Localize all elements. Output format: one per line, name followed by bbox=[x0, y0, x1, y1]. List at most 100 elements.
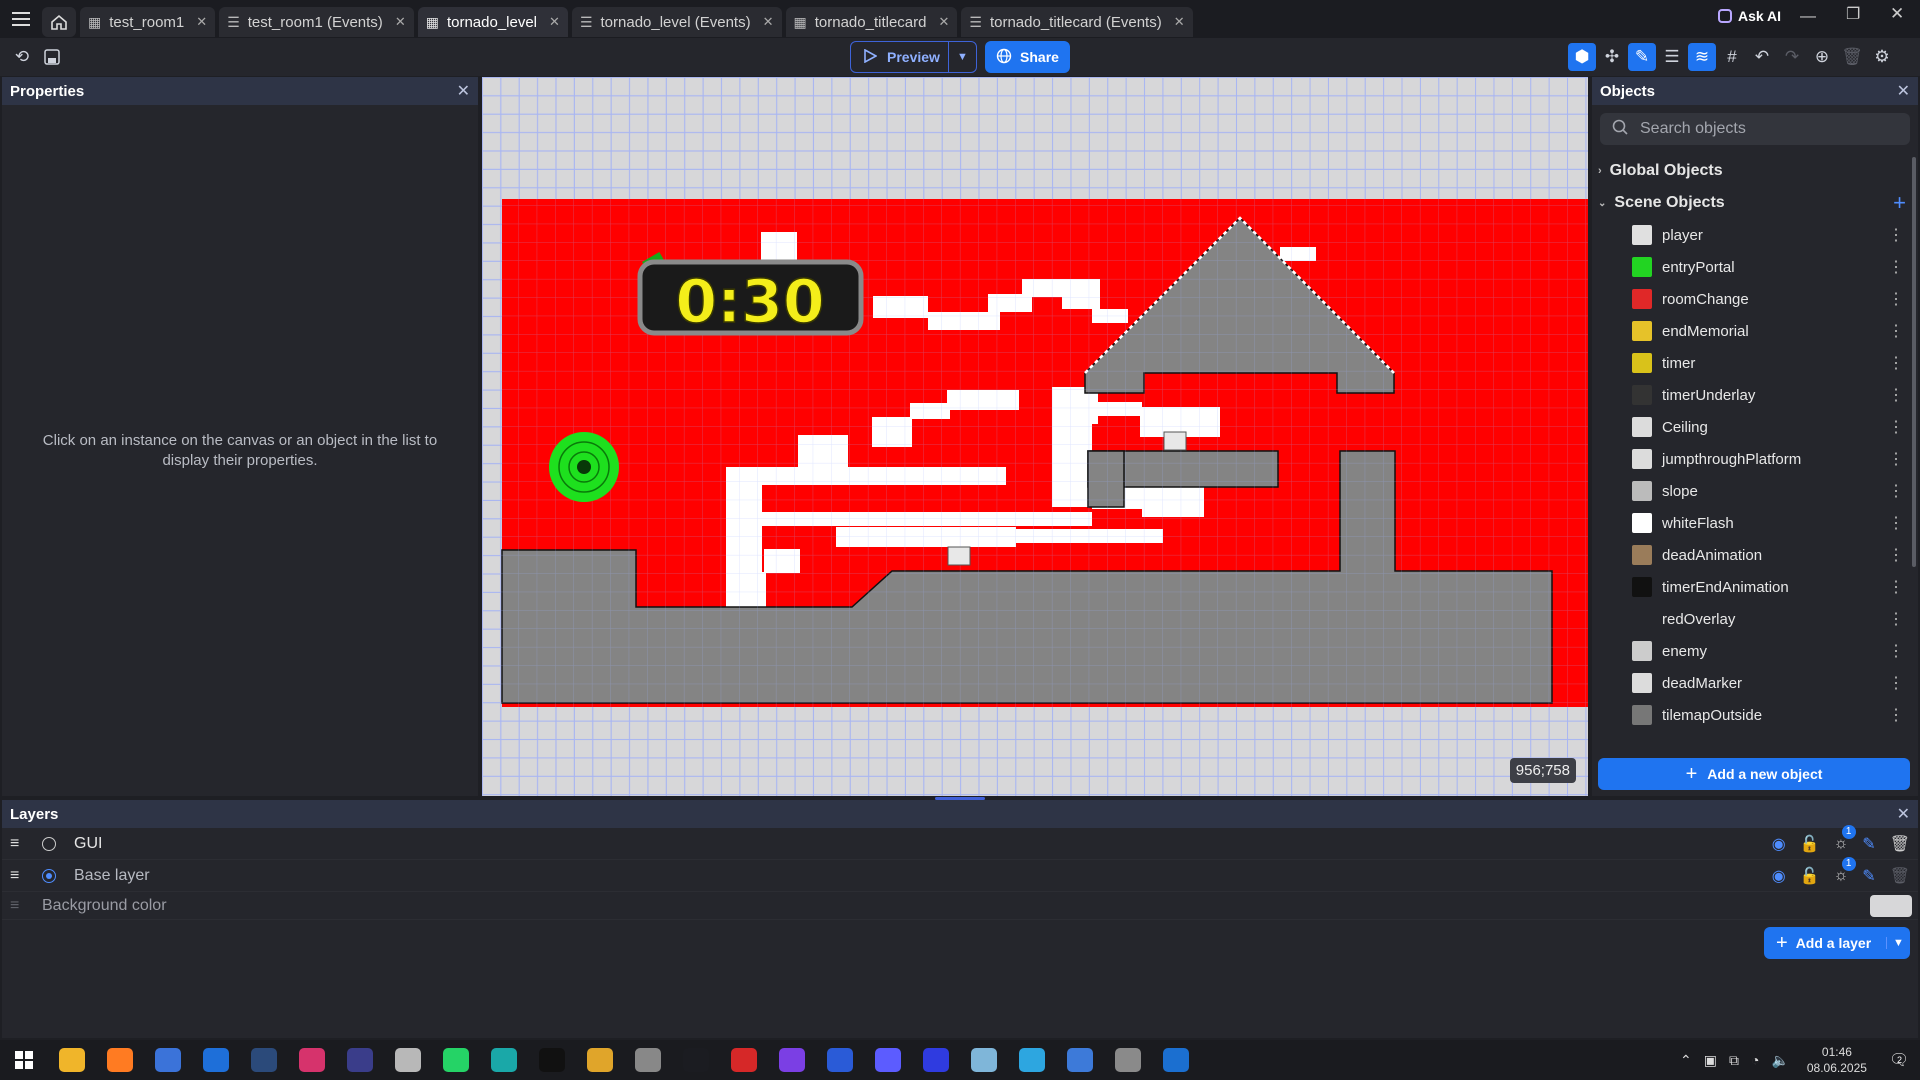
close-tab-icon[interactable]: ✕ bbox=[395, 14, 406, 30]
object-menu-icon[interactable]: ⋮ bbox=[1888, 609, 1904, 629]
object-menu-icon[interactable]: ⋮ bbox=[1888, 641, 1904, 661]
tab-5[interactable]: ☰ tornado_titlecard (Events) ✕ bbox=[961, 7, 1193, 37]
edit-properties-icon[interactable]: ✎ bbox=[1628, 43, 1656, 71]
taskbar-app-icon[interactable] bbox=[528, 1040, 576, 1080]
taskbar-app-icon[interactable] bbox=[1104, 1040, 1152, 1080]
object-item[interactable]: endMemorial ⋮ bbox=[1592, 315, 1918, 347]
preview-dropdown-chevron-icon[interactable]: ▼ bbox=[948, 42, 976, 72]
zoom-icon[interactable]: ⊕ bbox=[1808, 43, 1836, 71]
layer-row[interactable]: ≡ Base layer ◉ 🔓 ☼ 1 ✎ 🗑 bbox=[2, 856, 1918, 892]
hamburger-menu-icon[interactable] bbox=[4, 4, 38, 34]
add-object-plus-icon[interactable]: + bbox=[1893, 190, 1906, 216]
object-menu-icon[interactable]: ⋮ bbox=[1888, 385, 1904, 405]
object-item[interactable]: enemy ⋮ bbox=[1592, 635, 1918, 667]
object-menu-icon[interactable]: ⋮ bbox=[1888, 673, 1904, 693]
scene-history-icon[interactable]: ⟲ bbox=[8, 43, 36, 71]
edit-layer-icon[interactable]: ✎ bbox=[1862, 834, 1875, 854]
object-menu-icon[interactable]: ⋮ bbox=[1888, 513, 1904, 533]
taskbar-app-icon[interactable] bbox=[432, 1040, 480, 1080]
objects-scrollbar[interactable] bbox=[1912, 157, 1916, 567]
home-icon[interactable] bbox=[42, 7, 76, 37]
taskbar-app-icon[interactable] bbox=[768, 1040, 816, 1080]
clock[interactable]: 01:46 08.06.2025 bbox=[1807, 1044, 1867, 1076]
object-menu-icon[interactable]: ⋮ bbox=[1888, 225, 1904, 245]
layer-selected-radio[interactable] bbox=[42, 868, 56, 883]
taskbar-app-icon[interactable] bbox=[1056, 1040, 1104, 1080]
scene-canvas[interactable]: 0:30 956;758 bbox=[482, 77, 1588, 796]
taskbar-app-icon[interactable] bbox=[576, 1040, 624, 1080]
object-item[interactable]: jumpthroughPlatform ⋮ bbox=[1592, 443, 1918, 475]
taskbar-app-icon[interactable] bbox=[864, 1040, 912, 1080]
object-menu-icon[interactable]: ⋮ bbox=[1888, 353, 1904, 373]
object-item[interactable]: entryPortal ⋮ bbox=[1592, 251, 1918, 283]
taskbar-app-icon[interactable] bbox=[192, 1040, 240, 1080]
taskbar-app-icon[interactable] bbox=[1008, 1040, 1056, 1080]
close-properties-icon[interactable]: ✕ bbox=[457, 81, 470, 101]
object-item[interactable]: timerEndAnimation ⋮ bbox=[1592, 571, 1918, 603]
object-menu-icon[interactable]: ⋮ bbox=[1888, 705, 1904, 725]
object-editor-icon[interactable]: ⬢ bbox=[1568, 43, 1596, 71]
global-objects-folder[interactable]: › Global Objects bbox=[1592, 155, 1918, 187]
object-menu-icon[interactable]: ⋮ bbox=[1888, 417, 1904, 437]
scene-objects-folder[interactable]: ⌄ Scene Objects + bbox=[1592, 187, 1918, 219]
object-item[interactable]: timerUnderlay ⋮ bbox=[1592, 379, 1918, 411]
close-tab-icon[interactable]: ✕ bbox=[549, 14, 560, 30]
preview-button[interactable]: Preview ▼ bbox=[850, 41, 977, 73]
object-item[interactable]: slope ⋮ bbox=[1592, 475, 1918, 507]
object-groups-icon[interactable]: ✣ bbox=[1598, 43, 1626, 71]
lock-icon[interactable]: 🔓 bbox=[1800, 866, 1820, 886]
taskbar-app-icon[interactable] bbox=[96, 1040, 144, 1080]
delete-layer-icon[interactable]: 🗑 bbox=[1890, 866, 1910, 886]
tray-chevron-up-icon[interactable]: ⌃ bbox=[1680, 1052, 1692, 1069]
notifications-icon[interactable]: 🗨 2 bbox=[1889, 1050, 1909, 1070]
object-item[interactable]: Ceiling ⋮ bbox=[1592, 411, 1918, 443]
tray-display-icon[interactable]: ⧉ bbox=[1729, 1052, 1739, 1069]
tab-4[interactable]: ▦ tornado_titlecard ✕ bbox=[785, 7, 958, 37]
search-objects-input[interactable]: Search objects bbox=[1600, 113, 1910, 145]
delete-icon[interactable]: 🗑 bbox=[1838, 43, 1866, 71]
volume-icon[interactable]: 🔈 bbox=[1771, 1052, 1788, 1069]
taskbar-app-icon[interactable] bbox=[624, 1040, 672, 1080]
tab-3[interactable]: ☰ tornado_level (Events) ✕ bbox=[571, 7, 782, 37]
object-menu-icon[interactable]: ⋮ bbox=[1888, 577, 1904, 597]
tab-1[interactable]: ☰ test_room1 (Events) ✕ bbox=[219, 7, 414, 37]
lighting-icon[interactable]: ☼ 1 bbox=[1834, 824, 1856, 853]
delete-layer-icon[interactable]: 🗑 bbox=[1890, 834, 1910, 854]
close-tab-icon[interactable]: ✕ bbox=[1174, 14, 1185, 30]
taskbar-app-icon[interactable] bbox=[480, 1040, 528, 1080]
taskbar-app-icon[interactable] bbox=[720, 1040, 768, 1080]
maximize-window-icon[interactable]: ❐ bbox=[1846, 4, 1860, 24]
taskbar-app-icon[interactable] bbox=[240, 1040, 288, 1080]
close-tab-icon[interactable]: ✕ bbox=[938, 14, 949, 30]
object-item[interactable]: tilemapOutside ⋮ bbox=[1592, 699, 1918, 729]
background-color-swatch[interactable] bbox=[1870, 894, 1912, 917]
object-menu-icon[interactable]: ⋮ bbox=[1888, 481, 1904, 501]
start-menu-icon[interactable] bbox=[0, 1040, 48, 1080]
edit-layer-icon[interactable]: ✎ bbox=[1862, 866, 1875, 886]
drag-handle-icon[interactable]: ≡ bbox=[10, 867, 24, 885]
taskbar-app-icon[interactable] bbox=[672, 1040, 720, 1080]
share-button[interactable]: Share bbox=[985, 41, 1070, 73]
taskbar-app-icon[interactable] bbox=[144, 1040, 192, 1080]
object-item[interactable]: deadMarker ⋮ bbox=[1592, 667, 1918, 699]
object-menu-icon[interactable]: ⋮ bbox=[1888, 257, 1904, 277]
taskbar-app-icon[interactable] bbox=[816, 1040, 864, 1080]
visibility-eye-icon[interactable]: ◉ bbox=[1772, 834, 1786, 854]
taskbar-app-icon[interactable] bbox=[336, 1040, 384, 1080]
close-objects-icon[interactable]: ✕ bbox=[1897, 81, 1910, 101]
tab-0[interactable]: ▦ test_room1 ✕ bbox=[80, 7, 216, 37]
object-menu-icon[interactable]: ⋮ bbox=[1888, 545, 1904, 565]
tab-2[interactable]: ▦ tornado_level ✕ bbox=[417, 7, 568, 37]
taskbar-app-icon[interactable] bbox=[1152, 1040, 1200, 1080]
scene-settings-icon[interactable]: ⚙ bbox=[1868, 43, 1896, 71]
add-new-object-button[interactable]: + Add a new object bbox=[1598, 758, 1910, 790]
object-item[interactable]: roomChange ⋮ bbox=[1592, 283, 1918, 315]
taskbar-app-icon[interactable] bbox=[48, 1040, 96, 1080]
object-menu-icon[interactable]: ⋮ bbox=[1888, 289, 1904, 309]
layer-row[interactable]: ≡ GUI ◉ 🔓 ☼ 1 ✎ 🗑 bbox=[2, 824, 1918, 860]
taskbar-app-icon[interactable] bbox=[384, 1040, 432, 1080]
close-layers-icon[interactable]: ✕ bbox=[1897, 804, 1910, 824]
save-icon[interactable] bbox=[38, 43, 66, 71]
redo-icon[interactable]: ↷ bbox=[1778, 43, 1806, 71]
add-layer-button[interactable]: + Add a layer ▼ bbox=[1764, 927, 1910, 959]
